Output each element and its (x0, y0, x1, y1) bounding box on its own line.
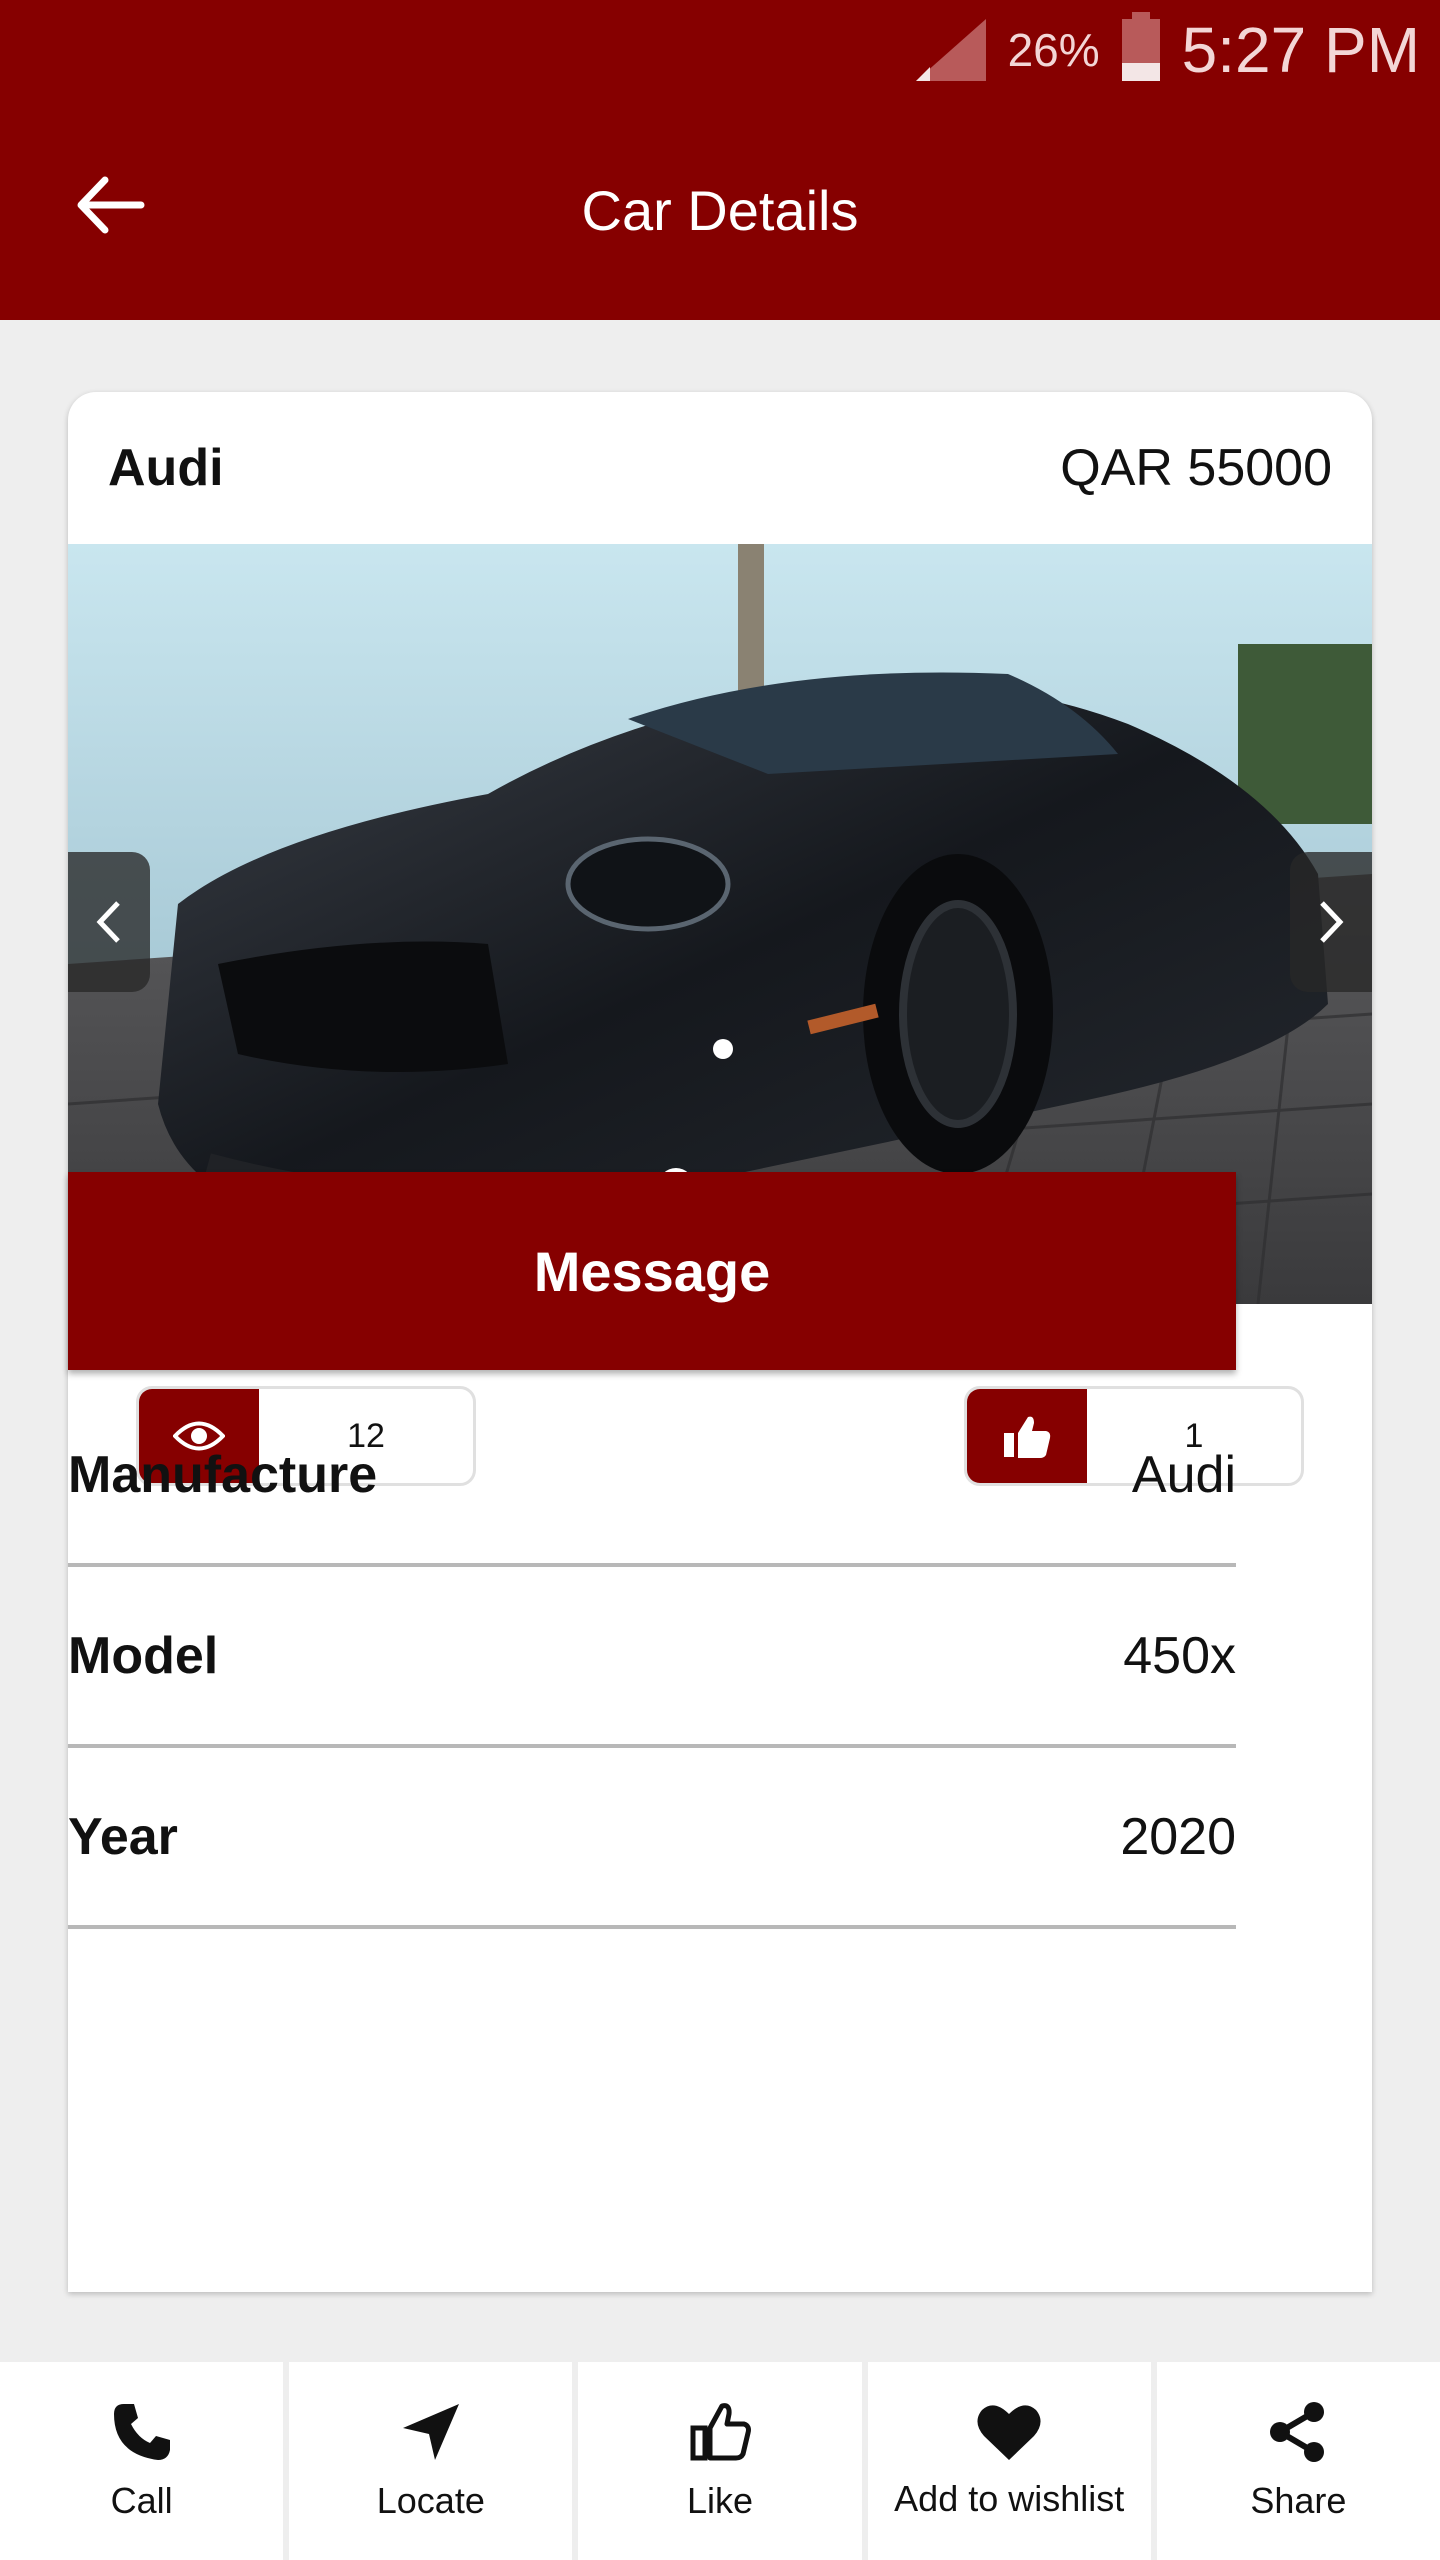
spec-value: 450x (1123, 1626, 1236, 1685)
message-button[interactable]: Message (68, 1172, 1236, 1370)
car-name: Audi (108, 439, 224, 497)
status-time: 5:27 PM (1181, 14, 1420, 86)
spec-value: Audi (1131, 1445, 1236, 1504)
spec-row-manufacture: Manufacture Audi (68, 1386, 1236, 1567)
phone-icon (113, 2404, 170, 2460)
battery-icon (1121, 12, 1160, 81)
call-label: Call (110, 2480, 173, 2521)
call-button[interactable]: Call (0, 2362, 284, 2560)
page-title: Car Details (581, 179, 859, 242)
add-to-wishlist-button[interactable]: Add to wishlist (867, 2362, 1151, 2560)
app-bar: Car Details (0, 110, 1440, 310)
share-button[interactable]: Share (1156, 2362, 1440, 2560)
spec-row-year: Year 2020 (68, 1748, 1236, 1929)
spec-row-model: Model 450x (68, 1567, 1236, 1748)
top-bar: 26% 5:27 PM Car Details (0, 0, 1440, 320)
battery-percent: 26% (1007, 24, 1100, 76)
bottom-action-bar: Call Locate Like Add to wishlist Share (0, 2362, 1440, 2560)
signal-icon (915, 19, 986, 81)
chevron-right-icon (1320, 901, 1344, 943)
like-label: Like (686, 2480, 754, 2521)
car-price: QAR 55000 (1060, 439, 1332, 497)
carousel-next-button[interactable] (1290, 852, 1372, 992)
carousel-prev-button[interactable] (68, 852, 150, 992)
like-button[interactable]: Like (578, 2362, 862, 2560)
share-label: Share (1250, 2480, 1347, 2521)
chevron-left-icon (96, 901, 120, 943)
heart-icon (977, 2405, 1041, 2460)
thumbs-up-icon (690, 2403, 751, 2461)
spec-list: Manufacture Audi Model 450x Year 2020 (68, 1386, 1236, 1929)
navigation-arrow-icon (402, 2404, 459, 2460)
add-to-wishlist-label: Add to wishlist (894, 2478, 1125, 2519)
spec-label: Year (68, 1807, 178, 1866)
status-bar: 26% 5:27 PM (915, 0, 1420, 100)
spec-label: Model (68, 1626, 219, 1685)
locate-label: Locate (376, 2480, 485, 2521)
locate-button[interactable]: Locate (289, 2362, 573, 2560)
spec-label: Manufacture (68, 1445, 378, 1504)
spec-value: 2020 (1120, 1807, 1236, 1866)
share-icon (1270, 2402, 1325, 2462)
card-header: Audi QAR 55000 (68, 392, 1372, 544)
